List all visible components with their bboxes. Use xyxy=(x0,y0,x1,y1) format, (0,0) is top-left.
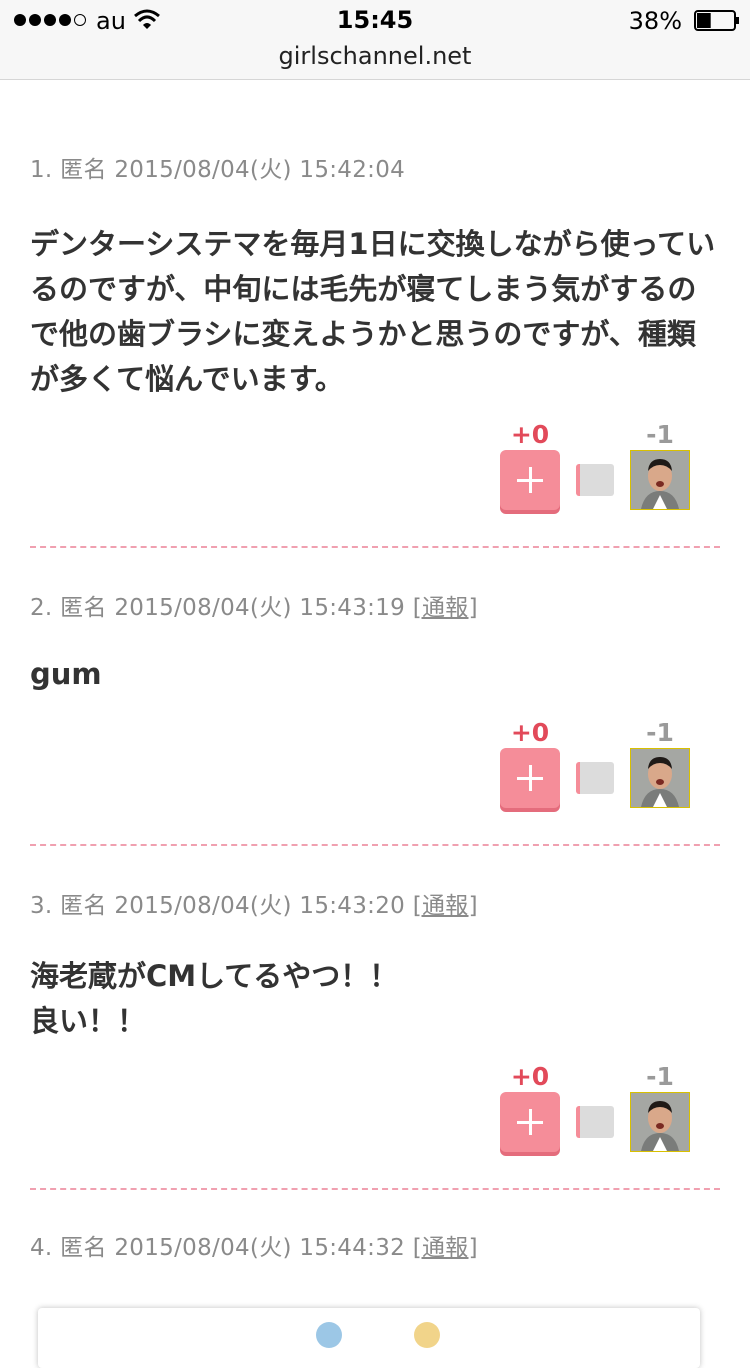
minus-face-button[interactable] xyxy=(630,748,690,808)
vote-panel: +0 -1 xyxy=(500,420,700,520)
comment: 4. 匿名 2015/08/04(火) 15:44:32 [通報] xyxy=(30,1228,720,1262)
face-icon xyxy=(631,1093,689,1151)
plus-button[interactable] xyxy=(500,748,560,808)
vote-panel: +0 -1 xyxy=(500,1062,700,1162)
comment: 2. 匿名 2015/08/04(火) 15:43:19 [通報] gum xyxy=(30,588,720,697)
battery-percent: 38% xyxy=(628,7,682,35)
minus-count: -1 xyxy=(646,718,674,747)
comment: 1. 匿名 2015/08/04(火) 15:42:04 デンターシステマを毎月… xyxy=(30,150,720,402)
comment-divider xyxy=(30,546,720,548)
plus-button[interactable] xyxy=(500,1092,560,1152)
vote-ratio-bar xyxy=(576,1106,614,1138)
comment-meta: 1. 匿名 2015/08/04(火) 15:42:04 xyxy=(30,150,720,184)
badge-icon xyxy=(414,1322,440,1348)
battery-icon xyxy=(694,10,739,31)
comment-divider xyxy=(30,844,720,846)
plus-button[interactable] xyxy=(500,450,560,510)
face-icon xyxy=(631,451,689,509)
comment-meta-text: 1. 匿名 2015/08/04(火) 15:42:04 xyxy=(30,157,406,183)
comment: 3. 匿名 2015/08/04(火) 15:43:20 [通報] 海老蔵がCM… xyxy=(30,886,720,1044)
vote-panel: +0 -1 xyxy=(500,718,700,818)
report-link[interactable]: [通報] xyxy=(413,893,478,919)
browser-top-bar: au 15:45 38% girlschannel.net xyxy=(0,0,750,80)
minus-count: -1 xyxy=(646,420,674,449)
comment-body: デンターシステマを毎月1日に交換しながら使っているのですが、中旬には毛先が寝てし… xyxy=(30,227,716,396)
face-icon xyxy=(631,749,689,807)
comment-body: 海老蔵がCMしてるやつ！！ 良い！！ xyxy=(30,959,399,1038)
comment-meta-text: 4. 匿名 2015/08/04(火) 15:44:32 xyxy=(30,1235,413,1261)
comment-meta: 3. 匿名 2015/08/04(火) 15:43:20 [通報] xyxy=(30,886,720,920)
comment-divider xyxy=(30,1188,720,1190)
comment-meta: 4. 匿名 2015/08/04(火) 15:44:32 [通報] xyxy=(30,1228,720,1262)
url-bar[interactable]: girlschannel.net xyxy=(0,42,750,70)
minus-face-button[interactable] xyxy=(630,1092,690,1152)
comment-body: gum xyxy=(30,657,102,691)
vote-ratio-bar xyxy=(576,762,614,794)
plus-count: +0 xyxy=(510,718,550,747)
report-link[interactable]: [通報] xyxy=(413,595,478,621)
plus-count: +0 xyxy=(510,420,550,449)
minus-face-button[interactable] xyxy=(630,450,690,510)
vote-ratio-bar xyxy=(576,464,614,496)
comment-meta-text: 3. 匿名 2015/08/04(火) 15:43:20 xyxy=(30,893,413,919)
minus-count: -1 xyxy=(646,1062,674,1091)
report-link[interactable]: [通報] xyxy=(413,1235,478,1261)
plus-count: +0 xyxy=(510,1062,550,1091)
globe-icon xyxy=(316,1322,342,1348)
comment-meta-text: 2. 匿名 2015/08/04(火) 15:43:19 xyxy=(30,595,413,621)
bottom-card xyxy=(38,1308,700,1368)
comment-meta: 2. 匿名 2015/08/04(火) 15:43:19 [通報] xyxy=(30,588,720,622)
